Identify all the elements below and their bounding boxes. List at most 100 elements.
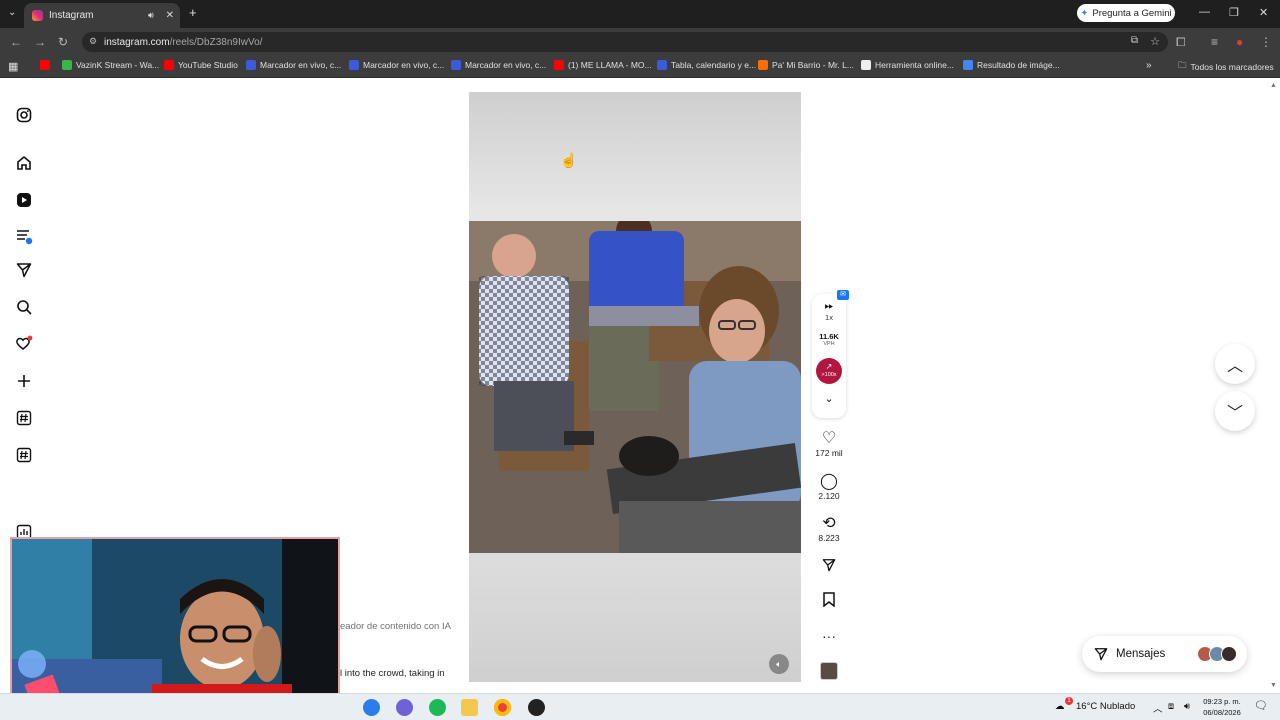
window-close-icon[interactable]: ✕ xyxy=(1259,6,1268,19)
repost-button[interactable]: ⟲ 8.223 xyxy=(808,515,850,543)
chevron-down-icon[interactable]: ⌄ xyxy=(812,392,846,405)
repost-icon: ⟲ xyxy=(822,515,836,532)
share-button[interactable] xyxy=(808,558,850,577)
address-toolbar: ← → ↻ ⚙ instagram.com/reels/DbZ38n9IwVo/… xyxy=(0,28,1280,56)
chrome-icon[interactable] xyxy=(494,699,511,716)
more-options-icon[interactable]: ··· xyxy=(808,628,850,644)
apps-grid-icon[interactable]: ▦ xyxy=(8,60,18,73)
bookmark-label: Tabla, calendario y e... xyxy=(671,60,757,70)
tab-instagram[interactable]: Instagram 🔊︎ ✕ xyxy=(24,3,180,28)
direct-icon[interactable] xyxy=(15,261,33,279)
bookmark-favicon-icon xyxy=(963,60,973,70)
save-button[interactable] xyxy=(808,592,850,612)
clock-date: 06/08/2026 xyxy=(1203,708,1241,717)
edge-icon[interactable] xyxy=(363,699,380,716)
tab-list-icon[interactable]: ⌄ xyxy=(8,7,16,18)
all-bookmarks-button[interactable]: 🗀 Todos los marcadores xyxy=(1178,60,1274,74)
menu-kebab-icon[interactable]: ⋮ xyxy=(1260,35,1272,49)
trend-badge[interactable]: ↗ >100x xyxy=(816,358,842,384)
bookmark-youtube-icon[interactable] xyxy=(40,60,50,70)
comment-button[interactable]: ◯ 2.120 xyxy=(808,473,850,501)
bookmark-item[interactable]: (1) ME LLAMA - MO... xyxy=(554,60,652,70)
browser-tab-strip: ⌄ Instagram 🔊︎ ✕ + ✦ Pregunta a Gemini —… xyxy=(0,0,1280,28)
bookmark-item[interactable]: Pa' Mi Barrio - Mr. L... xyxy=(758,60,854,70)
bookmark-item[interactable]: VazinK Stream - Wa... xyxy=(62,60,159,70)
messages-button[interactable]: Mensajes xyxy=(1082,636,1247,672)
discord-icon[interactable] xyxy=(396,699,413,716)
trend-label: >100x xyxy=(821,372,837,378)
site-info-icon[interactable]: ⚙ xyxy=(89,36,97,47)
profile-icon[interactable]: ● xyxy=(1236,35,1243,49)
next-reel-button[interactable]: ﹀ xyxy=(1215,391,1255,431)
gemini-sparkle-icon: ✦ xyxy=(1080,7,1089,19)
bookmark-favicon-icon xyxy=(349,60,359,70)
scroll-up-arrow-icon[interactable]: ▲ xyxy=(1270,82,1277,89)
clock[interactable]: 09:23 p. m. 06/08/2026 xyxy=(1199,696,1245,718)
fast-forward-icon: ⏩︎ xyxy=(824,300,834,312)
bookmark-favicon-icon xyxy=(554,60,564,70)
reload-icon[interactable]: ↻ xyxy=(58,35,68,49)
weather-text[interactable]: 16°C Nublado xyxy=(1076,701,1135,712)
back-icon[interactable]: ← xyxy=(10,35,22,49)
bookmark-item[interactable]: Marcador en vivo, c... xyxy=(246,60,341,70)
restore-icon[interactable]: ❐ xyxy=(1229,6,1239,19)
search-icon[interactable] xyxy=(15,298,33,316)
scroll-down-arrow-icon[interactable]: ▼ xyxy=(1270,682,1277,689)
close-tab-icon[interactable]: ✕ xyxy=(166,10,174,21)
comment-count: 2.120 xyxy=(818,491,840,501)
windows-taskbar: ☁ 1 16°C Nublado ︿ ⧈ 🔊︎ 09:23 p. m. 06/0… xyxy=(0,693,1280,720)
speaker-icon[interactable]: 🔊︎ xyxy=(148,10,154,21)
vph-label: VPH xyxy=(823,341,835,347)
new-tab-icon[interactable]: + xyxy=(189,5,197,20)
bookmark-favicon-icon xyxy=(246,60,256,70)
home-icon[interactable] xyxy=(15,154,33,172)
weather-badge: 1 xyxy=(1065,697,1073,705)
all-bookmarks-label: Todos los marcadores xyxy=(1190,62,1274,72)
bookmark-item[interactable]: Marcador en vivo, c... xyxy=(349,60,444,70)
vph-stat: 11.6K VPH xyxy=(812,332,846,347)
instagram-logo-icon[interactable] xyxy=(15,106,33,124)
create-icon[interactable] xyxy=(15,372,33,390)
tray-overflow-icon[interactable]: ︿ xyxy=(1153,701,1163,715)
mute-toggle-icon[interactable]: 🔈︎ xyxy=(769,654,789,674)
hashtag-icon[interactable] xyxy=(15,446,33,464)
bookmark-favicon-icon xyxy=(62,60,72,70)
previous-reel-button[interactable]: ︿ xyxy=(1215,344,1255,384)
forward-icon[interactable]: → xyxy=(34,35,46,49)
obs-icon[interactable] xyxy=(528,699,545,716)
reels-icon[interactable] xyxy=(15,191,33,209)
extensions-icon[interactable]: ⧠ xyxy=(1176,35,1186,50)
feed-icon[interactable] xyxy=(15,227,33,245)
bookmark-label: Resultado de imáge... xyxy=(977,60,1060,70)
audio-thumbnail[interactable] xyxy=(820,662,838,680)
bookmark-favicon-icon xyxy=(861,60,871,70)
bookmark-label: YouTube Studio xyxy=(178,60,238,70)
volume-icon[interactable]: 🔊︎ xyxy=(1184,701,1190,712)
comment-icon: ◯ xyxy=(820,473,838,490)
hashtag-icon[interactable] xyxy=(15,409,33,427)
caption-text: l into the crowd, taking in xyxy=(340,668,445,679)
reel-video-frame[interactable] xyxy=(469,221,801,553)
speed-button[interactable]: ⏩︎ 1x xyxy=(812,300,846,322)
file-explorer-icon[interactable] xyxy=(461,699,478,716)
bookmark-item[interactable]: Resultado de imáge... xyxy=(963,60,1060,70)
avatar xyxy=(1221,646,1237,662)
media-controls-icon[interactable]: ≡ xyxy=(1211,35,1218,49)
bookmark-star-icon[interactable]: ☆ xyxy=(1150,35,1160,48)
notification-center-icon[interactable]: 🗨 xyxy=(1254,699,1268,712)
bookmark-item[interactable]: Herramienta online... xyxy=(861,60,954,70)
notifications-heart-icon[interactable] xyxy=(15,335,33,353)
bookmark-item[interactable]: Tabla, calendario y e... xyxy=(657,60,756,70)
network-icon[interactable]: ⧈ xyxy=(1168,701,1174,712)
bookmark-item[interactable]: Marcador en vivo, c... xyxy=(451,60,546,70)
like-button[interactable]: ♡ 172 mil xyxy=(808,430,850,458)
more-bookmarks-icon[interactable]: » xyxy=(1146,60,1152,71)
install-app-icon[interactable]: ⧉ xyxy=(1131,35,1138,46)
mouse-cursor-icon: ☝ xyxy=(560,152,578,168)
url-field[interactable]: ⚙ instagram.com/reels/DbZ38n9IwVo/ ☆ ⧉ xyxy=(82,32,1168,52)
tab-title: Instagram xyxy=(49,10,94,21)
minimize-icon[interactable]: — xyxy=(1199,6,1210,18)
spotify-icon[interactable] xyxy=(429,699,446,716)
gemini-button[interactable]: ✦ Pregunta a Gemini xyxy=(1077,4,1175,22)
bookmark-item[interactable]: YouTube Studio xyxy=(164,60,238,70)
